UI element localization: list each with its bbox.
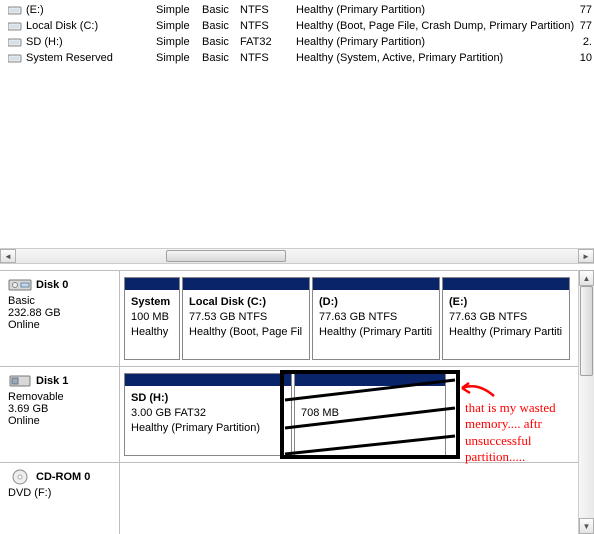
volume-right: 10 bbox=[576, 52, 594, 64]
volume-status: Healthy (System, Active, Primary Partiti… bbox=[296, 52, 576, 64]
disk-title: CD-ROM 0 bbox=[36, 471, 90, 483]
disk-capacity: 3.69 GB bbox=[8, 403, 111, 415]
disk-partitions: SD (H:) 3.00 GB FAT32 Healthy (Primary P… bbox=[120, 367, 594, 462]
partition[interactable]: SD (H:) 3.00 GB FAT32 Healthy (Primary P… bbox=[124, 373, 292, 456]
scroll-up-button[interactable]: ▲ bbox=[579, 270, 594, 286]
partition-status: Healthy bbox=[131, 326, 168, 338]
volume-fs: NTFS bbox=[240, 52, 296, 64]
cd-icon bbox=[8, 469, 32, 485]
scroll-track[interactable] bbox=[579, 286, 594, 518]
volume-layout: Simple bbox=[156, 52, 202, 64]
drive-icon bbox=[8, 20, 22, 32]
volume-layout: Simple bbox=[156, 20, 202, 32]
volume-name: System Reserved bbox=[26, 52, 156, 64]
disk-type: Basic bbox=[8, 295, 111, 307]
volume-fs: FAT32 bbox=[240, 36, 296, 48]
disk-status: Online bbox=[8, 415, 111, 427]
disk-info[interactable]: Disk 0 Basic 232.88 GB Online bbox=[0, 271, 120, 366]
scroll-down-button[interactable]: ▼ bbox=[579, 518, 594, 534]
partition-header bbox=[295, 374, 445, 386]
volume-right: 77 bbox=[576, 4, 594, 16]
volume-name: SD (H:) bbox=[26, 36, 156, 48]
partition-header bbox=[313, 278, 439, 290]
partition-name: (E:) bbox=[449, 296, 467, 308]
partition-name: System bbox=[131, 296, 170, 308]
volume-right: 77 bbox=[576, 20, 594, 32]
volume-row[interactable]: SD (H:) Simple Basic FAT32 Healthy (Prim… bbox=[0, 34, 594, 50]
partition-size: 77.63 GB NTFS bbox=[319, 311, 397, 323]
disk-status: Online bbox=[8, 319, 111, 331]
disk-partitions: System 100 MB Healthy Local Disk (C:) 77… bbox=[120, 271, 594, 366]
scroll-thumb[interactable] bbox=[580, 286, 593, 376]
volume-type: Basic bbox=[202, 4, 240, 16]
drive-icon bbox=[8, 4, 22, 16]
disk-row: CD-ROM 0 DVD (F:) bbox=[0, 462, 594, 534]
partition[interactable]: System 100 MB Healthy bbox=[124, 277, 180, 360]
volume-type: Basic bbox=[202, 52, 240, 64]
partition-unallocated[interactable]: 708 MB bbox=[294, 373, 446, 456]
volume-fs: NTFS bbox=[240, 20, 296, 32]
volume-type: Basic bbox=[202, 20, 240, 32]
removable-icon bbox=[8, 373, 32, 389]
volume-status: Healthy (Boot, Page File, Crash Dump, Pr… bbox=[296, 20, 576, 32]
partition-size: 77.63 GB NTFS bbox=[449, 311, 527, 323]
partition-header bbox=[443, 278, 569, 290]
disk-info[interactable]: CD-ROM 0 DVD (F:) bbox=[0, 463, 120, 534]
volume-list: (E:) Simple Basic NTFS Healthy (Primary … bbox=[0, 0, 594, 68]
volume-layout: Simple bbox=[156, 4, 202, 16]
partition-header bbox=[125, 278, 179, 290]
hdd-icon bbox=[8, 277, 32, 293]
disk-type: DVD (F:) bbox=[8, 487, 111, 499]
volume-layout: Simple bbox=[156, 36, 202, 48]
disk-type: Removable bbox=[8, 391, 111, 403]
partition-name: Local Disk (C:) bbox=[189, 296, 266, 308]
volume-row[interactable]: System Reserved Simple Basic NTFS Health… bbox=[0, 50, 594, 66]
scroll-right-button[interactable]: ► bbox=[578, 249, 594, 263]
disk-row: Disk 0 Basic 232.88 GB Online System 100… bbox=[0, 270, 594, 366]
partition-size: 3.00 GB FAT32 bbox=[131, 407, 206, 419]
horizontal-scrollbar[interactable]: ◄ ► bbox=[0, 248, 594, 264]
volume-right: 2. bbox=[576, 36, 594, 48]
partition-header bbox=[125, 374, 291, 386]
volume-name: (E:) bbox=[26, 4, 156, 16]
partition-status: Healthy (Primary Partition) bbox=[131, 422, 260, 434]
disk-title: Disk 1 bbox=[36, 375, 68, 387]
drive-icon bbox=[8, 52, 22, 64]
vertical-scrollbar[interactable]: ▲ ▼ bbox=[578, 270, 594, 534]
partition-status: Healthy (Primary Partiti bbox=[449, 326, 562, 338]
disk-row: Disk 1 Removable 3.69 GB Online SD (H:) … bbox=[0, 366, 594, 462]
partition-header bbox=[183, 278, 309, 290]
scroll-left-button[interactable]: ◄ bbox=[0, 249, 16, 263]
partition-size: 708 MB bbox=[301, 407, 339, 419]
partition[interactable]: Local Disk (C:) 77.53 GB NTFS Healthy (B… bbox=[182, 277, 310, 360]
scroll-thumb[interactable] bbox=[166, 250, 286, 262]
volume-type: Basic bbox=[202, 36, 240, 48]
volume-row[interactable]: (E:) Simple Basic NTFS Healthy (Primary … bbox=[0, 2, 594, 18]
partition[interactable]: (E:) 77.63 GB NTFS Healthy (Primary Part… bbox=[442, 277, 570, 360]
disk-title: Disk 0 bbox=[36, 279, 68, 291]
volume-name: Local Disk (C:) bbox=[26, 20, 156, 32]
volume-fs: NTFS bbox=[240, 4, 296, 16]
partition[interactable]: (D:) 77.63 GB NTFS Healthy (Primary Part… bbox=[312, 277, 440, 360]
partition-name: SD (H:) bbox=[131, 392, 168, 404]
disk-info[interactable]: Disk 1 Removable 3.69 GB Online bbox=[0, 367, 120, 462]
volume-status: Healthy (Primary Partition) bbox=[296, 4, 576, 16]
partition-size: 100 MB bbox=[131, 311, 169, 323]
partition-status: Healthy (Boot, Page Fil bbox=[189, 326, 302, 338]
partition-size: 77.53 GB NTFS bbox=[189, 311, 267, 323]
disk-capacity: 232.88 GB bbox=[8, 307, 111, 319]
scroll-track[interactable] bbox=[16, 249, 578, 263]
disk-partitions bbox=[120, 463, 594, 534]
volume-status: Healthy (Primary Partition) bbox=[296, 36, 576, 48]
partition-name: (D:) bbox=[319, 296, 338, 308]
drive-icon bbox=[8, 36, 22, 48]
volume-row[interactable]: Local Disk (C:) Simple Basic NTFS Health… bbox=[0, 18, 594, 34]
disk-map: Disk 0 Basic 232.88 GB Online System 100… bbox=[0, 270, 594, 534]
partition-status: Healthy (Primary Partiti bbox=[319, 326, 432, 338]
